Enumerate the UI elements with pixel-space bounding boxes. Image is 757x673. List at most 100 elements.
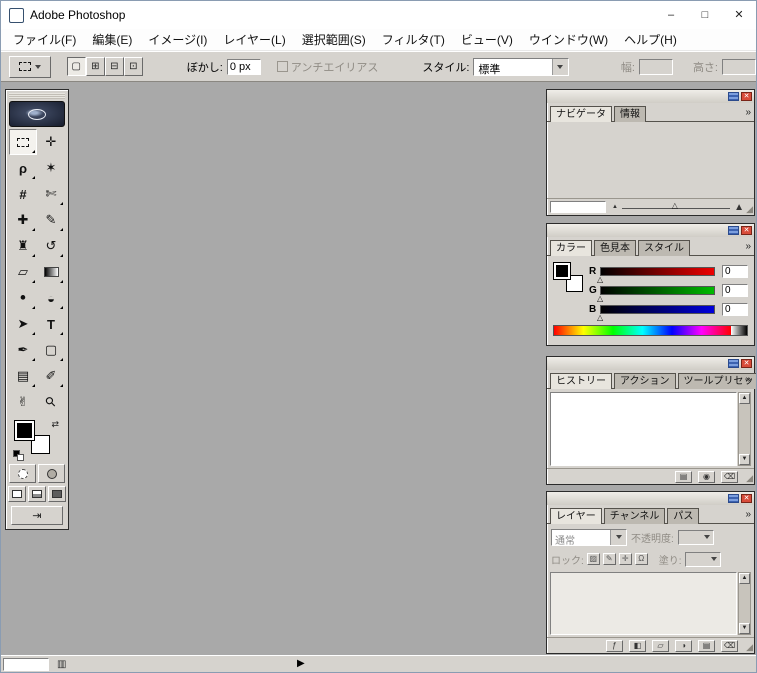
navigator-resize-grip[interactable]: ◢ [746,205,753,214]
blue-value-input[interactable] [722,303,748,316]
standard-mode-button[interactable] [9,464,36,483]
minimize-button[interactable]: – [654,1,688,29]
color-menu-button[interactable]: » [745,241,751,252]
feather-input[interactable] [227,59,261,75]
style-dropdown-button[interactable] [552,59,568,75]
navigator-zoom-slider[interactable]: △ [622,201,730,214]
notes-tool[interactable]: ▤ [9,363,37,389]
rectangular-marquee-tool[interactable] [9,129,37,155]
subtract-from-selection-button[interactable]: ⊟ [105,57,124,76]
red-slider-thumb[interactable]: △ [597,275,603,284]
color-ramp[interactable] [553,325,748,336]
shape-tool[interactable]: ▢ [37,337,65,363]
navigator-zoom-input[interactable] [550,201,606,213]
close-button[interactable]: ✕ [722,1,756,29]
red-slider[interactable]: △ [600,267,715,276]
tab-navigator[interactable]: ナビゲータ [550,106,612,122]
blue-slider[interactable]: △ [600,305,715,314]
navigator-titlebar[interactable]: ✕ [547,90,754,103]
zoom-in-icon[interactable]: ▲ [734,202,744,213]
menu-help[interactable]: ヘルプ(H) [616,29,685,51]
menu-image[interactable]: イメージ(I) [140,29,215,51]
layers-menu-button[interactable]: » [745,509,751,520]
green-value-input[interactable] [722,284,748,297]
color-close-button[interactable]: ✕ [741,226,752,235]
clone-stamp-tool[interactable]: ♜ [9,233,37,259]
add-to-selection-button[interactable]: ⊞ [86,57,105,76]
menu-file[interactable]: ファイル(F) [5,29,84,51]
tab-color[interactable]: カラー [550,240,592,256]
zoom-out-icon[interactable]: ▲ [612,204,618,210]
history-brush-tool[interactable]: ↺ [37,233,65,259]
layers-scrollbar[interactable]: ▲ ▼ [738,572,751,635]
tab-styles[interactable]: スタイル [638,240,690,256]
new-snapshot-button[interactable]: ◉ [698,471,715,483]
spectrum-ramp[interactable] [554,326,731,335]
blue-slider-thumb[interactable]: △ [597,313,603,322]
dodge-tool[interactable]: ◒ [37,285,65,311]
status-menu-button[interactable]: ▶ [297,658,305,669]
style-select[interactable]: 標準 [473,58,568,76]
history-titlebar[interactable]: ✕ [547,357,754,370]
history-scroll-down-button[interactable]: ▼ [739,454,750,465]
eyedropper-tool[interactable]: ✐ [37,363,65,389]
lock-transparency-button[interactable]: ▨ [587,553,600,565]
delete-layer-button[interactable]: ⌫ [721,640,738,652]
history-resize-grip[interactable]: ◢ [746,474,753,483]
color-minimize-button[interactable] [728,226,739,235]
history-minimize-button[interactable] [728,359,739,368]
healing-brush-tool[interactable]: ✚ [9,207,37,233]
zoom-tool[interactable]: ⚲ [37,389,65,415]
menu-window[interactable]: ウインドウ(W) [521,29,616,51]
new-layer-set-button[interactable]: ▱ [652,640,669,652]
zoom-slider-thumb[interactable]: △ [672,201,678,210]
type-tool[interactable]: T [37,311,65,337]
slice-tool[interactable]: ✄ [37,181,65,207]
navigator-close-button[interactable]: ✕ [741,92,752,101]
navigator-minimize-button[interactable] [728,92,739,101]
hand-tool[interactable]: ✌ [9,389,37,415]
foreground-color-swatch[interactable] [15,421,34,440]
default-colors-icon[interactable] [13,450,26,461]
history-scroll-up-button[interactable]: ▲ [739,393,750,404]
lasso-tool[interactable]: ρ [9,155,37,181]
toolbox-drag-handle[interactable] [9,93,65,99]
layers-titlebar[interactable]: ✕ [547,492,754,505]
tab-channels[interactable]: チャンネル [604,508,666,524]
swap-colors-icon[interactable]: ⇄ [51,419,59,430]
layers-close-button[interactable]: ✕ [741,494,752,503]
menu-view[interactable]: ビュー(V) [453,29,521,51]
new-selection-button[interactable]: ▢ [67,57,86,76]
tab-history[interactable]: ヒストリー [550,373,612,389]
menu-select[interactable]: 選択範囲(S) [294,29,374,51]
brush-tool[interactable]: ✎ [37,207,65,233]
add-layer-style-button[interactable]: ƒ [606,640,623,652]
magic-wand-tool[interactable]: ✶ [37,155,65,181]
new-document-from-state-button[interactable]: ▤ [675,471,692,483]
history-close-button[interactable]: ✕ [741,359,752,368]
maximize-button[interactable]: □ [688,1,722,29]
pen-tool[interactable]: ✒ [9,337,37,363]
lock-image-button[interactable]: ✎ [603,553,616,565]
grayscale-ramp[interactable] [731,326,747,335]
gradient-tool[interactable] [37,259,65,285]
green-slider-thumb[interactable]: △ [597,294,603,303]
new-adjustment-layer-button[interactable]: ◑ [675,640,692,652]
foreground-swatch[interactable] [554,263,570,279]
tab-paths[interactable]: パス [667,508,699,524]
layers-scroll-up-button[interactable]: ▲ [739,573,750,584]
history-menu-button[interactable]: » [745,374,751,385]
menu-edit[interactable]: 編集(E) [84,29,140,51]
eraser-tool[interactable]: ▱ [9,259,37,285]
app-icon[interactable] [9,8,24,23]
lock-position-button[interactable]: ✛ [619,553,632,565]
green-slider[interactable]: △ [600,286,715,295]
history-scrollbar[interactable]: ▲ ▼ [738,392,751,466]
delete-state-button[interactable]: ⌫ [721,471,738,483]
fullscreen-with-menubar-button[interactable] [28,486,46,502]
status-zoom-input[interactable] [3,658,49,671]
blur-tool[interactable]: ⚫ [9,285,37,311]
red-value-input[interactable] [722,265,748,278]
adobe-online-button[interactable] [9,101,65,127]
move-tool[interactable]: ✛ [37,129,65,155]
